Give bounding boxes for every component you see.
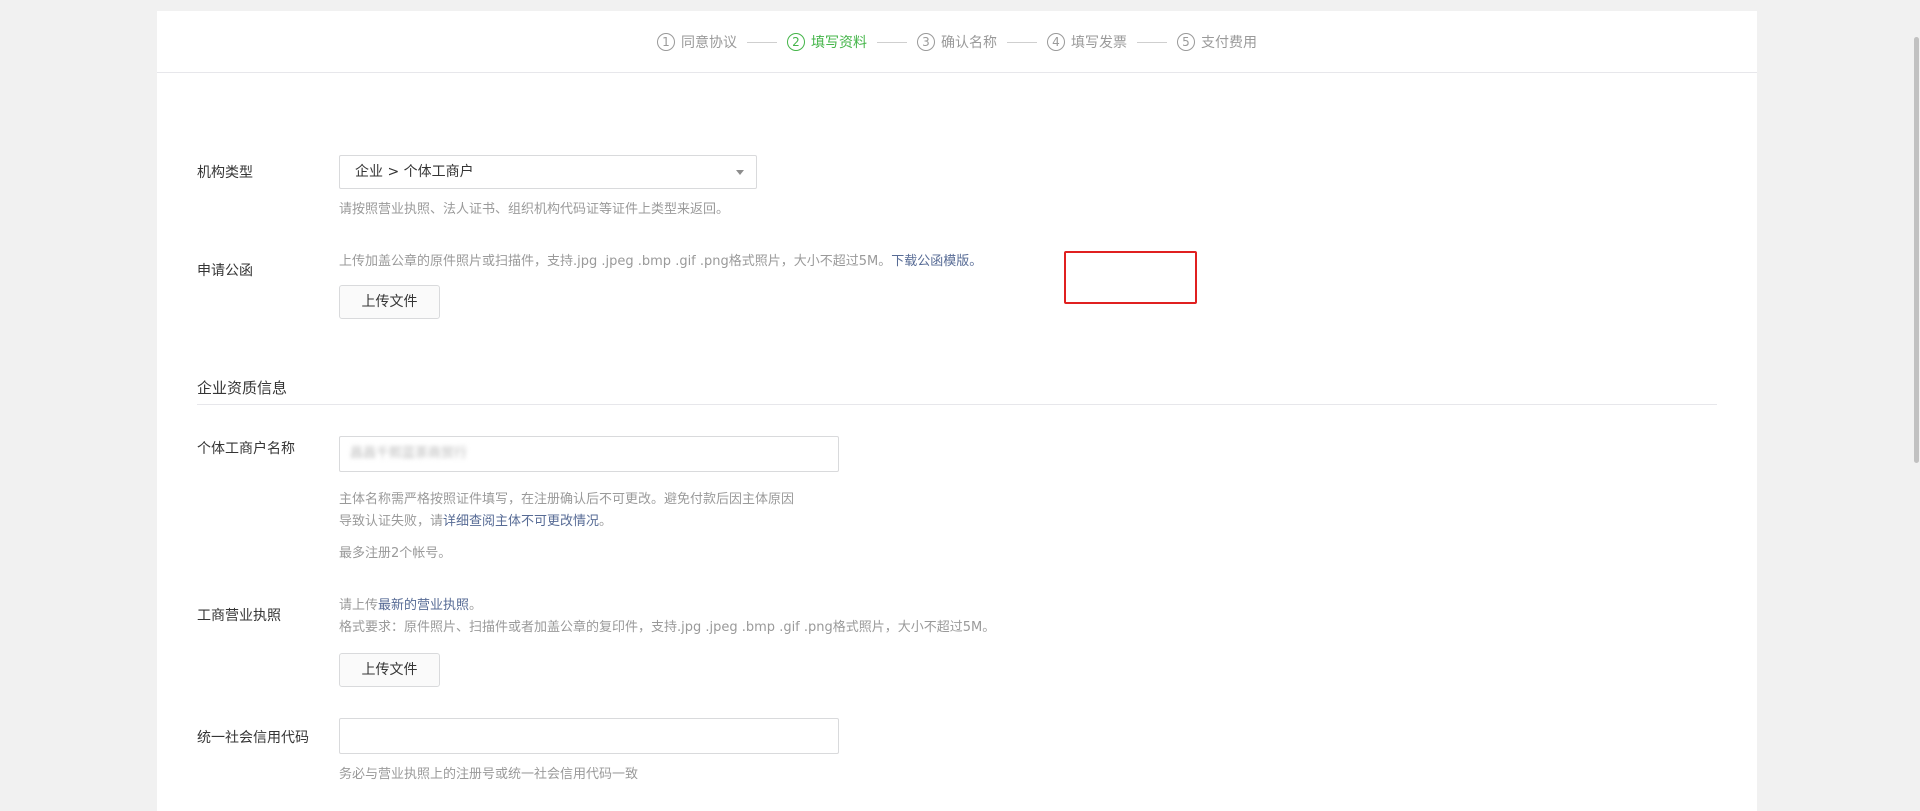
business-name-value: 昌昌千熙蓝茶商贸行: [350, 446, 468, 461]
step-number: 2: [787, 33, 805, 51]
section-divider: [197, 404, 1717, 405]
letter-label: 申请公函: [197, 263, 253, 279]
step-1: 1 同意协议: [657, 32, 737, 52]
step-3: 3 确认名称: [917, 32, 997, 52]
step-number: 3: [917, 33, 935, 51]
step-number: 4: [1047, 33, 1065, 51]
step-4: 4 填写发票: [1047, 32, 1127, 52]
business-name-tip-2: 导致认证失败，请详细查阅主体不可更改情况。: [339, 511, 612, 533]
business-name-tip-1: 主体名称需严格按照证件填写，在注册确认后不可更改。避免付款后因主体原因: [339, 492, 795, 507]
step-label: 填写发票: [1071, 35, 1127, 51]
license-tip-2: 格式要求：原件照片、扫描件或者加盖公章的复印件，支持.jpg .jpeg .bm…: [339, 620, 996, 635]
step-label: 支付费用: [1201, 35, 1257, 51]
step-bar: 1 同意协议 2 填写资料 3 确认名称 4 填写发票 5 支付费用: [157, 11, 1757, 73]
step-label: 同意协议: [681, 35, 737, 51]
step-label: 填写资料: [811, 35, 867, 51]
step-number: 1: [657, 33, 675, 51]
tip-prefix: 导致认证失败，请: [339, 514, 444, 529]
view-details-link[interactable]: 详细查阅主体不可更改情况: [443, 514, 599, 529]
step-separator: [747, 41, 777, 43]
tip-suffix: 。: [599, 514, 613, 529]
org-type-tip: 请按照营业执照、法人证书、组织机构代码证等证件上类型来返回。: [339, 202, 730, 217]
credit-code-tip: 务必与营业执照上的注册号或统一社会信用代码一致: [339, 767, 639, 782]
steps-list: 1 同意协议 2 填写资料 3 确认名称 4 填写发票 5 支付费用: [657, 32, 1257, 52]
step-5: 5 支付费用: [1177, 32, 1257, 52]
chevron-down-icon: [736, 170, 744, 175]
org-type-label: 机构类型: [197, 165, 253, 181]
business-name-label: 个体工商户名称: [197, 441, 295, 457]
credit-code-label: 统一社会信用代码: [197, 730, 309, 746]
tip-suffix: 。: [469, 598, 483, 613]
account-limit-tip: 最多注册2个帐号。: [339, 546, 452, 561]
tip-prefix: 请上传: [339, 598, 379, 613]
letter-tip: 上传加盖公章的原件照片或扫描件，支持.jpg .jpeg .bmp .gif .…: [339, 254, 892, 269]
step-number: 5: [1177, 33, 1195, 51]
credit-code-input[interactable]: [339, 718, 839, 754]
form-card: 1 同意协议 2 填写资料 3 确认名称 4 填写发票 5 支付费用 机构类型 …: [157, 11, 1757, 811]
step-2: 2 填写资料: [787, 32, 867, 52]
upload-letter-button[interactable]: 上传文件: [339, 285, 440, 319]
upload-license-button[interactable]: 上传文件: [339, 653, 440, 687]
latest-license-link[interactable]: 最新的营业执照: [378, 598, 469, 613]
step-separator: [1007, 41, 1037, 43]
org-type-value: 企业 > 个体工商户: [355, 164, 474, 180]
step-separator: [1137, 41, 1167, 43]
business-name-input[interactable]: 昌昌千熙蓝茶商贸行: [339, 436, 839, 472]
download-template-link[interactable]: 下载公函模版。: [891, 254, 982, 269]
license-label: 工商营业执照: [197, 608, 281, 624]
license-tip-1: 请上传最新的营业执照。: [339, 595, 482, 617]
org-type-select[interactable]: 企业 > 个体工商户: [339, 155, 757, 189]
step-separator: [877, 41, 907, 43]
section-title: 企业资质信息: [197, 379, 288, 397]
highlight-box: [1064, 251, 1197, 304]
step-label: 确认名称: [941, 35, 997, 51]
letter-tip-row: 上传加盖公章的原件照片或扫描件，支持.jpg .jpeg .bmp .gif .…: [339, 251, 982, 273]
scrollbar-thumb[interactable]: [1914, 37, 1919, 463]
